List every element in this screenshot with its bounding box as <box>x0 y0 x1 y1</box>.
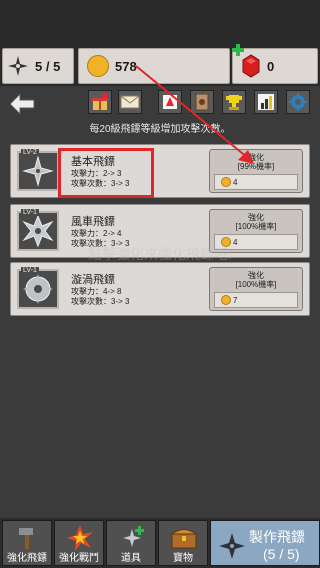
gear-icon <box>289 93 307 111</box>
level-badge: LV-1 <box>21 209 39 216</box>
coin-icon <box>221 177 231 187</box>
upgrade-rate: [100%機率] <box>235 222 277 231</box>
tutorial-hint-text: 點擊強化來強化飛鏢吧! <box>88 246 232 262</box>
tab-label: 強化飛鏢 <box>7 553 47 564</box>
upgrade-cost: 7 <box>214 292 298 308</box>
hits-stat: 攻擊次數：3-> 3 <box>71 297 130 306</box>
level-badge: LV-2 <box>21 149 39 156</box>
vortex-shuriken-icon <box>23 274 53 304</box>
level-badge: LV-1 <box>21 267 39 274</box>
cost-value: 7 <box>233 295 238 305</box>
shuriken-count: 5 / 5 <box>35 58 61 74</box>
tab-craft-shuriken[interactable]: 製作飛鏢 (5 / 5) <box>210 520 320 566</box>
shuriken-icon-box: LV-2 <box>17 149 59 191</box>
gem-count: 0 <box>267 58 275 74</box>
cost-value: 4 <box>233 177 238 187</box>
tutorial-arrow-icon <box>135 65 254 164</box>
basic-shuriken-icon <box>22 155 54 187</box>
upgrade-rate: [100%機率] <box>235 280 277 289</box>
shuriken-icon <box>8 56 28 76</box>
upgrade-cost: 4 <box>214 174 298 190</box>
craft-count: (5 / 5) <box>263 546 300 562</box>
gift-icon <box>92 93 108 110</box>
tab-label: 道具 <box>121 553 141 564</box>
burst-icon <box>67 525 93 551</box>
tab-upgrade-shuriken[interactable]: 強化飛鏢 <box>2 520 52 566</box>
gift-button[interactable] <box>88 90 112 114</box>
back-arrow-icon[interactable] <box>8 92 36 116</box>
items-icon <box>123 526 144 547</box>
settings-button[interactable] <box>286 90 310 114</box>
hammer-icon <box>19 528 33 549</box>
shuriken-icon-box: LV-1 <box>17 267 59 309</box>
treasure-chest-icon <box>170 529 198 549</box>
coin-icon <box>221 295 231 305</box>
shuriken-row-vortex: LV-1 漩渦飛鏢 攻擊力：4-> 8 攻擊次數：3-> 3 強化 [100%機… <box>10 262 310 316</box>
tab-treasure[interactable]: 寶物 <box>158 520 208 566</box>
tab-items[interactable]: 道具 <box>106 520 156 566</box>
shuriken-counter: 5 / 5 <box>2 48 74 84</box>
coin-icon <box>87 55 109 77</box>
tab-upgrade-battle[interactable]: 強化戰鬥 <box>54 520 104 566</box>
shuriken-name: 風車飛鏢 <box>71 216 115 228</box>
shuriken-name: 漩渦飛鏢 <box>71 274 115 286</box>
tab-label: 寶物 <box>173 553 193 564</box>
add-gem-icon[interactable] <box>232 44 244 56</box>
bottom-nav: 強化飛鏢 強化戰鬥 道具 寶物 製作飛鏢 (5 / 5) <box>0 518 320 568</box>
craft-shuriken-icon <box>219 533 245 559</box>
tab-label: 強化戰鬥 <box>59 553 99 564</box>
upgrade-button[interactable]: 強化 [100%機率] 7 <box>209 267 303 311</box>
tab-label: 製作飛鏢 <box>249 529 305 545</box>
